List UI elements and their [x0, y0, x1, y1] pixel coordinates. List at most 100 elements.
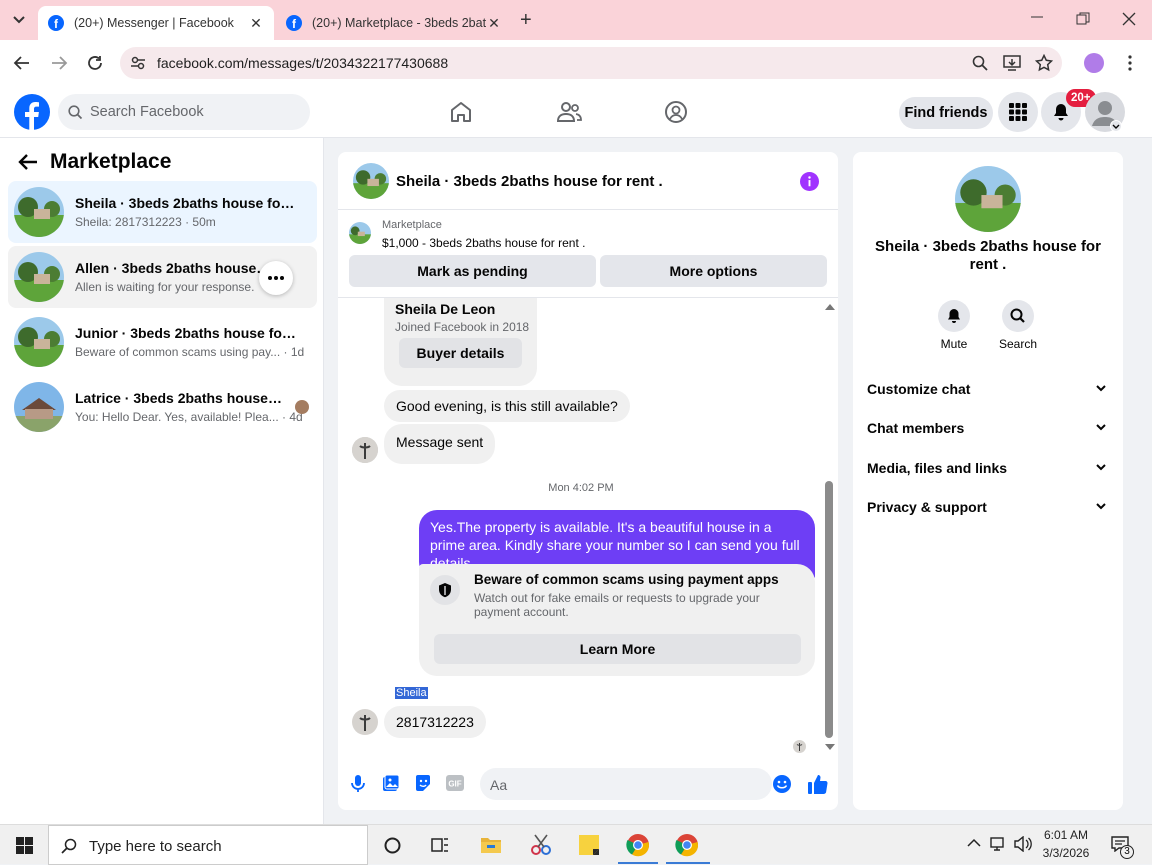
forward-icon[interactable] [50, 55, 68, 71]
site-info-icon[interactable] [130, 55, 146, 71]
learn-more-button[interactable]: Learn More [434, 634, 801, 664]
sticky-notes-icon[interactable] [578, 834, 600, 856]
notification-count-badge: 3 [1120, 845, 1134, 859]
browser-menu-icon[interactable] [1127, 55, 1133, 71]
listing-source: Marketplace [382, 219, 442, 231]
address-bar[interactable]: facebook.com/messages/t/2034322177430688 [120, 47, 1062, 79]
minimize-button[interactable] [1030, 10, 1044, 24]
scrollbar-thumb[interactable] [825, 481, 833, 738]
conversation-preview: Beware of common scams using pay... · 1d [75, 345, 305, 359]
chevron-down-icon[interactable] [1095, 462, 1107, 472]
scam-warning-body: Watch out for fake emails or requests to… [474, 591, 760, 619]
close-window-button[interactable] [1122, 12, 1136, 26]
file-explorer-icon[interactable] [480, 835, 502, 855]
reload-icon[interactable] [86, 54, 104, 72]
chevron-down-icon[interactable] [1095, 501, 1107, 511]
listing-house-thumbnail [14, 317, 64, 367]
menu-button[interactable] [998, 92, 1038, 132]
microphone-icon[interactable] [351, 775, 365, 793]
svg-text:GIF: GIF [448, 780, 461, 789]
emoji-icon[interactable] [773, 775, 791, 793]
facebook-logo-icon[interactable] [14, 94, 50, 130]
facebook-search-input[interactable]: Search Facebook [58, 94, 310, 130]
network-icon[interactable] [990, 836, 1008, 852]
chrome-icon[interactable] [675, 833, 699, 857]
more-options-button[interactable]: More options [600, 255, 827, 287]
sidebar-title: Marketplace [50, 150, 172, 173]
profile-avatar-icon[interactable] [1084, 53, 1104, 73]
contact-avatar [955, 166, 1021, 232]
conversation-item[interactable]: Junior · 3beds 2baths house for re... Be… [8, 311, 317, 373]
windows-start-icon[interactable] [16, 837, 33, 854]
listing-price-title[interactable]: $1,000 - 3beds 2baths house for rent . [382, 236, 585, 250]
volume-icon[interactable] [1014, 836, 1032, 852]
chevron-down-icon[interactable] [1095, 422, 1107, 432]
find-friends-button[interactable]: Find friends [899, 97, 993, 129]
chat-title[interactable]: Sheila · 3beds 2baths house for rent . [396, 173, 663, 190]
friends-nav-icon[interactable] [556, 100, 582, 124]
browser-tab-strip: f (20+) Messenger | Facebook ✕ f (20+) M… [0, 0, 1152, 40]
restore-button[interactable] [1076, 12, 1090, 26]
listing-house-thumbnail [14, 382, 64, 432]
mute-button[interactable] [938, 300, 970, 332]
mark-as-pending-button[interactable]: Mark as pending [349, 255, 596, 287]
clock-date[interactable]: 3/3/2026 [1036, 846, 1096, 860]
scroll-down-arrow[interactable] [825, 744, 835, 750]
close-tab-icon[interactable]: ✕ [248, 15, 264, 32]
buyer-details-button[interactable]: Buyer details [399, 338, 522, 368]
groups-nav-icon[interactable] [664, 100, 688, 124]
task-view-icon[interactable] [431, 836, 449, 854]
facebook-favicon-icon: f [48, 15, 64, 31]
sticker-icon[interactable] [414, 774, 432, 792]
chevron-down-icon[interactable] [1095, 383, 1107, 393]
info-icon[interactable] [800, 172, 819, 191]
seen-avatar [793, 740, 806, 753]
incoming-message[interactable]: Message sent [384, 424, 496, 464]
windows-taskbar: Type here to search 6:01 AM 3/3/2026 3 [0, 824, 1152, 865]
cortana-icon[interactable] [384, 837, 401, 854]
privacy-support-section[interactable]: Privacy & support [867, 499, 987, 515]
new-tab-button[interactable]: + [520, 9, 532, 32]
media-files-links-section[interactable]: Media, files and links [867, 460, 1007, 476]
show-hidden-icons-chevron[interactable] [967, 838, 981, 848]
conversation-name: Junior · 3beds 2baths house for re... [75, 325, 299, 341]
close-tab-icon[interactable]: ✕ [486, 15, 502, 32]
message-timestamp: Mon 4:02 PM [548, 482, 614, 494]
zoom-icon[interactable] [972, 55, 988, 71]
url-text[interactable]: facebook.com/messages/t/2034322177430688 [157, 55, 448, 71]
search-conversation-button[interactable] [1002, 300, 1034, 332]
search-label: Search [998, 337, 1038, 351]
chat-members-section[interactable]: Chat members [867, 420, 964, 436]
conversation-options-button[interactable] [259, 261, 293, 295]
photo-attach-icon[interactable] [382, 774, 400, 792]
account-chevron-icon[interactable] [1110, 120, 1122, 132]
conversation-item[interactable]: Sheila · 3beds 2baths house for re... Sh… [8, 181, 317, 243]
tab-marketplace[interactable]: f (20+) Marketplace - 3beds 2baths house… [276, 6, 512, 40]
message-input[interactable]: Aa [480, 768, 791, 800]
back-icon[interactable] [13, 55, 31, 71]
conversation-name: Latrice · 3beds 2baths house for... [75, 390, 285, 406]
scroll-up-arrow[interactable] [825, 304, 835, 310]
chat-panel: Sheila · 3beds 2baths house for rent . M… [338, 152, 838, 810]
conversation-item[interactable]: Latrice · 3beds 2baths house for... You:… [8, 376, 317, 438]
incoming-message[interactable]: 2817312223 [384, 706, 486, 738]
thumbs-up-icon[interactable] [808, 774, 828, 794]
tab-messenger[interactable]: f (20+) Messenger | Facebook ✕ [38, 6, 274, 40]
bookmark-star-icon[interactable] [1035, 54, 1053, 72]
tab-search-chevron-icon[interactable] [10, 12, 28, 28]
snipping-tool-icon[interactable] [529, 834, 553, 856]
home-nav-icon[interactable] [449, 100, 473, 124]
chrome-icon[interactable] [626, 833, 650, 857]
conversation-item[interactable]: Allen · 3beds 2baths house for re... All… [8, 246, 317, 308]
customize-chat-section[interactable]: Customize chat [867, 381, 970, 397]
install-app-icon[interactable] [1003, 54, 1021, 72]
incoming-message[interactable]: Good evening, is this still available? [384, 390, 630, 422]
conversation-preview: Allen is waiting for your response. · 2h [75, 280, 259, 294]
clock-time[interactable]: 6:01 AM [1036, 828, 1096, 842]
message-thread[interactable]: Sheila De Leon Joined Facebook in 2018 B… [338, 298, 838, 760]
taskbar-search-input[interactable]: Type here to search [48, 825, 368, 865]
listing-thumbnail[interactable] [349, 222, 371, 244]
chat-avatar[interactable] [353, 163, 389, 199]
gif-icon[interactable]: GIF [446, 775, 464, 791]
back-arrow-icon[interactable] [18, 153, 38, 171]
